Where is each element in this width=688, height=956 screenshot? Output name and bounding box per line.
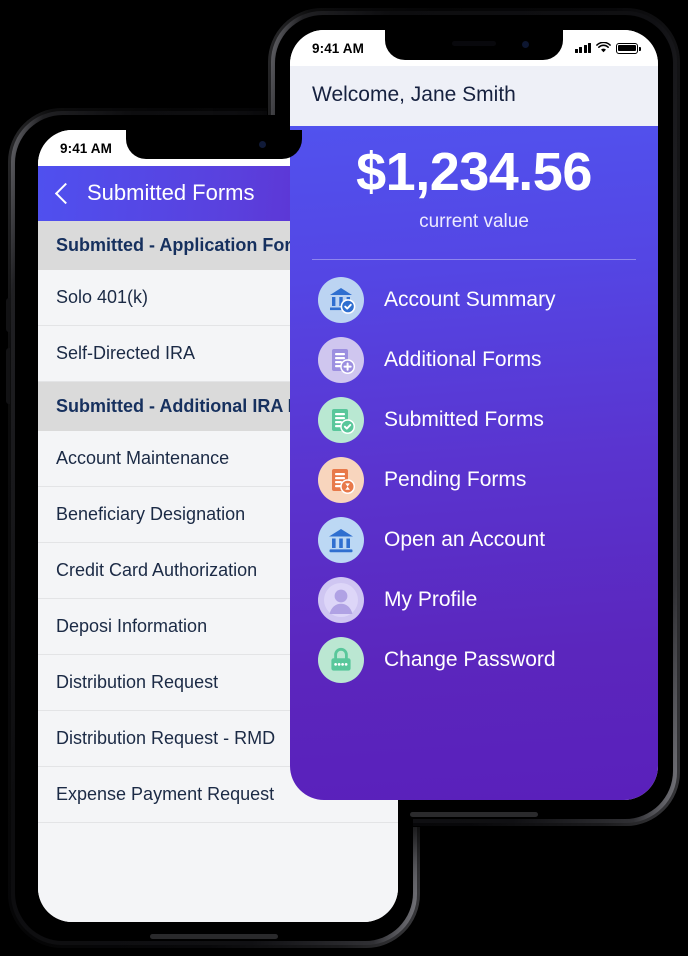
menu-item-account-summary[interactable]: Account Summary (290, 270, 658, 330)
back-notch (126, 130, 302, 159)
screenshot-stage: 9:41 AM Submitted Forms Submitted - Appl… (0, 0, 688, 956)
menu-item-my-profile[interactable]: My Profile (290, 570, 658, 630)
user-avatar-icon (318, 576, 364, 623)
front-status-time: 9:41 AM (312, 40, 364, 56)
balance-block: $1,234.56 current value (290, 126, 658, 237)
menu-item-open-an-account[interactable]: Open an Account (290, 510, 658, 570)
balance-caption: current value (419, 210, 529, 232)
welcome-banner: Welcome, Jane Smith (290, 66, 658, 126)
wifi-icon (596, 41, 611, 56)
bank-icon (318, 516, 364, 563)
menu-item-submitted-forms[interactable]: Submitted Forms (290, 390, 658, 450)
divider (312, 258, 636, 260)
front-status-icons (574, 41, 641, 56)
back-nav-title: Submitted Forms (87, 180, 255, 205)
menu-item-label: Submitted Forms (384, 407, 544, 431)
menu-item-additional-forms[interactable]: Additional Forms (290, 330, 658, 390)
menu-item-label: Open an Account (384, 527, 546, 551)
document-check-icon (318, 396, 364, 443)
menu-item-change-password[interactable]: Change Password (290, 630, 658, 690)
chevron-left-icon[interactable] (54, 182, 77, 204)
menu-item-label: Additional Forms (384, 347, 542, 371)
menu-item-label: My Profile (384, 587, 478, 611)
back-home-indicator[interactable] (150, 934, 278, 939)
cellular-bars-icon (574, 43, 591, 53)
earpiece-speaker (452, 41, 496, 46)
phone-front-screen: 9:41 AM Welcome, Jane Smith $1,234.56 cu… (290, 30, 658, 800)
front-camera (522, 41, 529, 48)
lock-dots-icon (318, 636, 364, 683)
volume-down-button[interactable] (6, 348, 10, 404)
phone-front: 9:41 AM Welcome, Jane Smith $1,234.56 cu… (268, 8, 680, 826)
menu-item-label: Account Summary (384, 287, 556, 311)
battery-full-icon (616, 42, 641, 54)
menu-item-pending-forms[interactable]: Pending Forms (290, 450, 658, 510)
back-status-time: 9:41 AM (60, 140, 112, 156)
menu-item-label: Pending Forms (384, 467, 527, 491)
front-notch (385, 30, 563, 60)
menu-item-label: Change Password (384, 647, 556, 671)
bank-check-icon (318, 276, 364, 323)
main-menu: Account Summary Additional Forms Submitt… (290, 264, 658, 690)
document-clock-icon (318, 456, 364, 503)
dashboard: $1,234.56 current value Account Summary … (290, 126, 658, 800)
balance-amount: $1,234.56 (356, 142, 592, 202)
volume-up-button[interactable] (6, 298, 10, 332)
document-plus-icon (318, 336, 364, 383)
front-home-indicator[interactable] (410, 812, 538, 817)
